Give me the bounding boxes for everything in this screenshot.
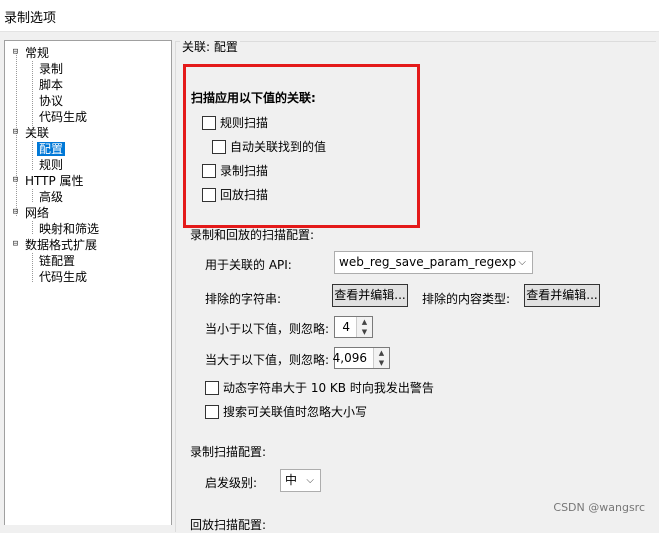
auto-correlate-checkbox[interactable]: [212, 140, 226, 154]
warn-checkbox[interactable]: [205, 381, 219, 395]
api-value: web_reg_save_param_regexp: [339, 255, 517, 269]
rules-scan-checkbox[interactable]: [202, 116, 216, 130]
chevron-down-icon: ⌵: [306, 475, 314, 486]
watermark: CSDN @wangsrc: [553, 501, 645, 514]
tree-item-rules[interactable]: 规则: [39, 157, 63, 173]
scan-heading: 扫描应用以下值的关联:: [191, 91, 316, 105]
max-stepper[interactable]: 4,096 ▲ ▼: [332, 347, 390, 369]
record-scan-checkbox[interactable]: [202, 164, 216, 178]
replay-scan-heading: 回放扫描配置:: [190, 518, 267, 532]
tree-connector: [32, 141, 33, 170]
tree-item-recording[interactable]: 录制: [39, 61, 63, 77]
record-replay-heading: 录制和回放的扫描配置:: [190, 228, 315, 242]
tree-item-config[interactable]: 配置: [37, 141, 66, 157]
collapse-icon[interactable]: ⊟: [11, 240, 20, 249]
exclude-strings-label: 排除的字符串:: [205, 292, 282, 306]
api-dropdown[interactable]: web_reg_save_param_regexp ⌵: [334, 251, 533, 274]
tree-item-advanced[interactable]: 高级: [39, 189, 63, 205]
options-tree[interactable]: ⊟ 常规 录制 脚本 协议 代码生成 ⊟ 关联 配置 规则 ⊟ HTTP 属性 …: [4, 40, 172, 525]
up-arrow-icon[interactable]: ▲: [374, 348, 389, 358]
replay-scan-label: 回放扫描: [220, 188, 269, 202]
chevron-down-icon: ⌵: [518, 257, 526, 268]
panel-title: 关联: 配置: [180, 38, 240, 55]
exclude-content-label: 排除的内容类型:: [422, 292, 511, 306]
collapse-icon[interactable]: ⊟: [11, 48, 20, 57]
max-label: 当大于以下值，则忽略:: [205, 353, 330, 367]
window-title: 录制选项: [4, 11, 57, 26]
min-stepper[interactable]: 4 ▲ ▼: [334, 316, 373, 338]
record-scan-label: 录制扫描: [220, 164, 269, 178]
heuristic-level-label: 启发级别:: [205, 476, 258, 490]
view-edit-content-button[interactable]: 查看并编辑...: [524, 284, 600, 307]
tree-connector: [32, 253, 33, 282]
auto-correlate-label: 自动关联找到的值: [230, 140, 327, 154]
warn-label: 动态字符串大于 10 KB 时向我发出警告: [223, 381, 434, 395]
tree-item-mapping-filter[interactable]: 映射和筛选: [39, 221, 99, 237]
ignore-case-label: 搜索可关联值时忽略大小写: [223, 405, 368, 419]
tree-item-protocol[interactable]: 协议: [39, 93, 63, 109]
min-label: 当小于以下值，则忽略:: [205, 322, 330, 336]
view-edit-strings-button[interactable]: 查看并编辑...: [332, 284, 408, 307]
record-scan-heading: 录制扫描配置:: [190, 445, 267, 459]
heuristic-level-value: 中: [285, 473, 298, 487]
ignore-case-checkbox[interactable]: [205, 405, 219, 419]
collapse-icon[interactable]: ⊟: [11, 128, 20, 137]
max-value: 4,096: [332, 351, 367, 365]
tree-connector: [32, 189, 33, 202]
tree-item-codegen-2[interactable]: 代码生成: [39, 269, 87, 285]
tree-connector: [32, 221, 33, 234]
rules-scan-label: 规则扫描: [220, 116, 269, 130]
tree-item-script[interactable]: 脚本: [39, 77, 63, 93]
replay-scan-checkbox[interactable]: [202, 188, 216, 202]
collapse-icon[interactable]: ⊟: [11, 208, 20, 217]
heuristic-level-dropdown[interactable]: 中 ⌵: [280, 469, 321, 492]
down-arrow-icon[interactable]: ▼: [374, 358, 389, 368]
api-label: 用于关联的 API:: [205, 258, 292, 272]
tree-item-codegen[interactable]: 代码生成: [39, 109, 87, 125]
up-arrow-icon[interactable]: ▲: [357, 317, 372, 327]
tree-item-chain-config[interactable]: 链配置: [39, 253, 75, 269]
min-value: 4: [342, 320, 350, 334]
down-arrow-icon[interactable]: ▼: [357, 327, 372, 337]
collapse-icon[interactable]: ⊟: [11, 176, 20, 185]
title-bar: 录制选项: [0, 0, 659, 32]
